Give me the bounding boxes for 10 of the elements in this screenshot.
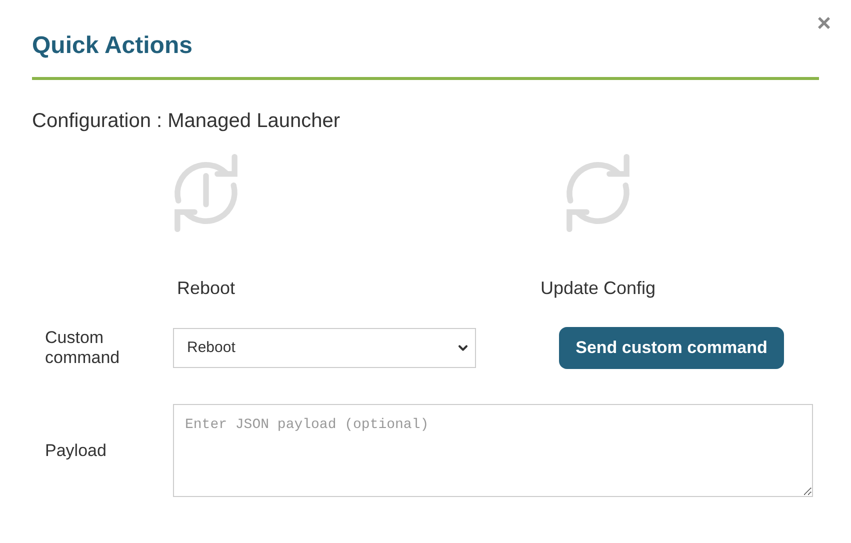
close-button[interactable]: × [816,12,831,36]
custom-command-label: Custom command [45,328,121,368]
action-label[interactable]: Reboot [176,275,236,302]
configuration-text: Configuration : Managed Launcher [32,109,341,133]
command-select[interactable]: Reboot [173,328,476,368]
payload-field[interactable]: Enter JSON payload (optional) [173,404,813,497]
dialog-title: Quick Actions [32,31,194,61]
payload-label: Payload [45,440,108,462]
action-label[interactable]: Update Config [540,275,656,302]
send-command-button[interactable]: Send custom command [559,327,784,369]
